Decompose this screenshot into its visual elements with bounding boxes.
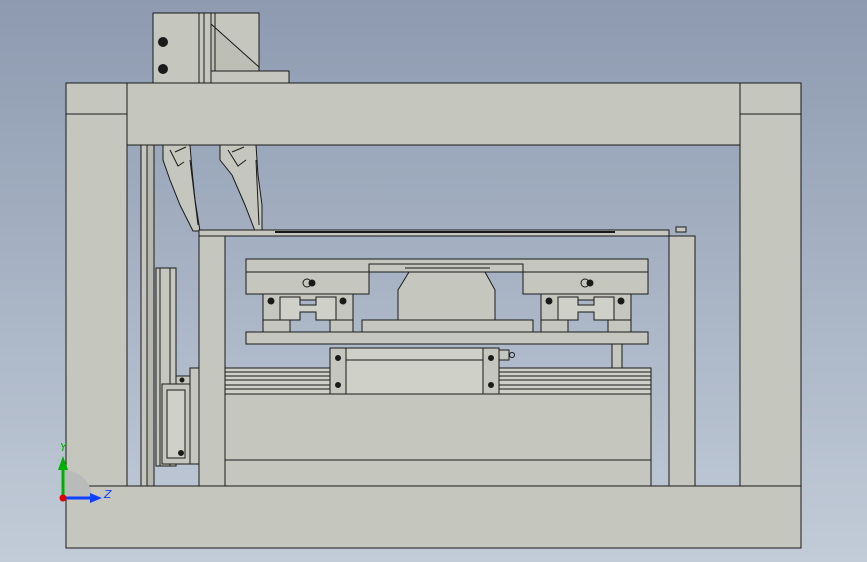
gripper-fingers[interactable]: [162, 144, 263, 232]
graphics-viewport[interactable]: Y Z: [0, 0, 867, 562]
x-axis-dot: [59, 494, 67, 502]
z-axis-label: Z: [103, 488, 112, 501]
bearing-bolt-icon: [339, 297, 347, 305]
right-column[interactable]: [739, 113, 802, 487]
left-bearing-block[interactable]: [245, 271, 370, 333]
motor-assembly[interactable]: [155, 267, 200, 467]
cad-model-drawing[interactable]: Y Z: [0, 0, 867, 562]
left-column-cap[interactable]: [65, 82, 128, 115]
right-bearing-block[interactable]: [522, 271, 649, 333]
left-guide-rod[interactable]: [140, 144, 155, 487]
carriage-table[interactable]: [198, 226, 687, 237]
left-column[interactable]: [65, 113, 128, 487]
lower-slide-plate[interactable]: [245, 331, 649, 345]
bearing-bolt-icon: [267, 297, 275, 305]
support-post[interactable]: [611, 343, 623, 369]
carriage-left-upright[interactable]: [198, 235, 226, 487]
bracket-bolt-icon: [158, 37, 168, 47]
base-plate[interactable]: [65, 485, 802, 549]
top-beam[interactable]: [126, 82, 741, 146]
bearing-bolt-icon: [617, 297, 625, 305]
bearing-bolt-icon: [545, 297, 553, 305]
right-column-cap[interactable]: [739, 82, 802, 115]
top-corner-bracket[interactable]: [152, 12, 290, 84]
bracket-bolt-icon: [158, 64, 168, 74]
center-mounting-block[interactable]: [361, 263, 534, 333]
carriage-right-upright[interactable]: [668, 235, 696, 487]
pneumatic-cylinder[interactable]: [329, 347, 515, 395]
